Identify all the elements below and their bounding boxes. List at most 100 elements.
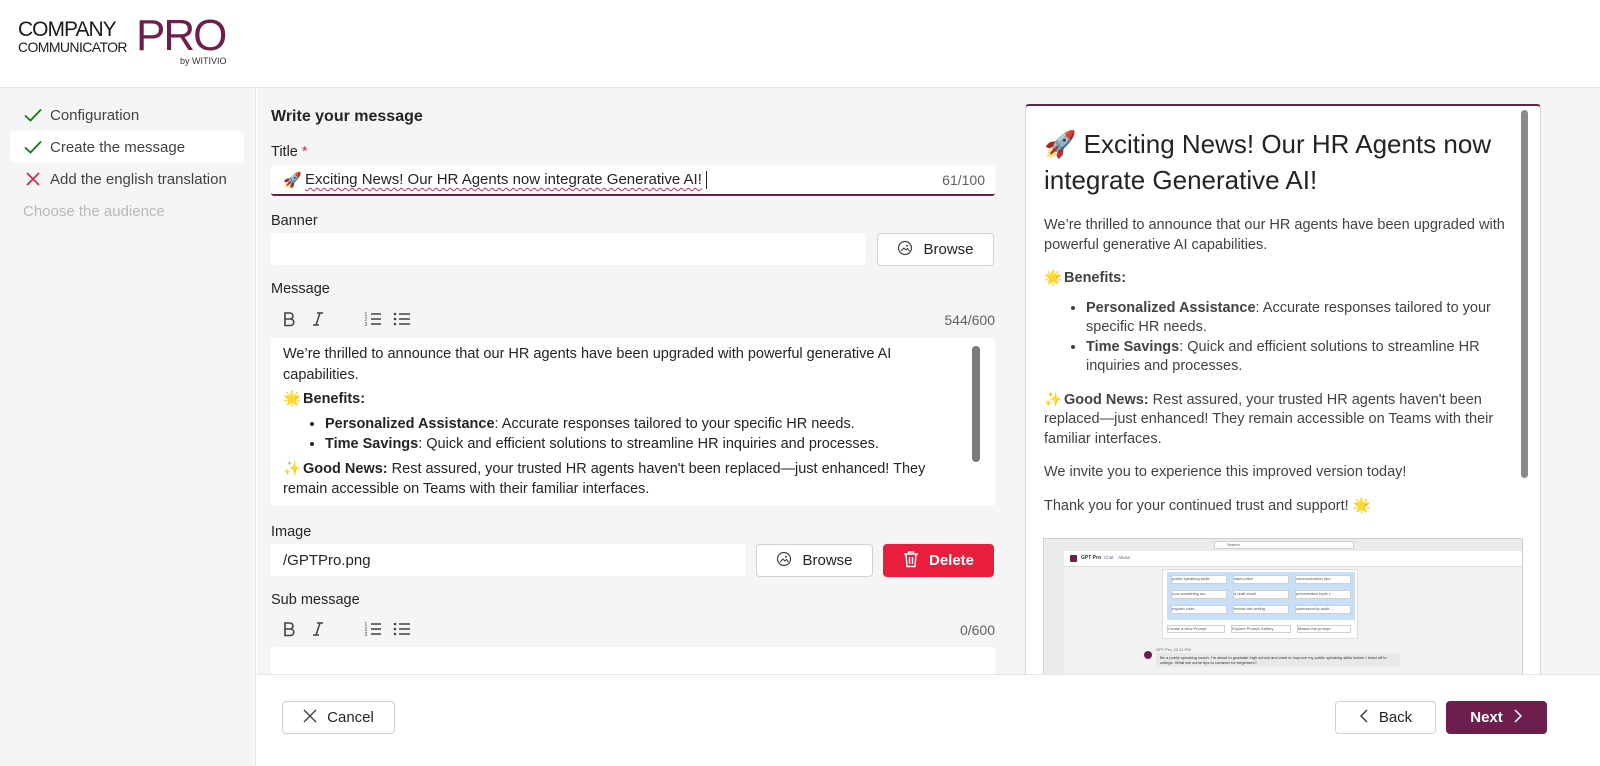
shot-chip-grid: public speaking skills sales pitch commu…: [1167, 572, 1355, 620]
text-caret: [705, 170, 708, 189]
shot-chip: how something wo...: [1171, 590, 1227, 599]
wizard-steps-nav: Configuration Create the message Add the…: [0, 88, 256, 766]
app-header: COMPANY COMMUNICATOR PRO by WITIVIO: [0, 0, 1600, 88]
step-english-translation[interactable]: Add the english translation: [10, 163, 244, 195]
svg-text:3: 3: [365, 632, 368, 637]
numbered-list-icon[interactable]: 123: [361, 307, 385, 331]
image-icon: [897, 240, 913, 260]
shot-chip: sales pitch: [1233, 575, 1289, 584]
shot-chip: cybersecurity audit ...: [1295, 605, 1351, 614]
shot-app-header: GPT Pro Chat About: [1064, 551, 1522, 567]
title-input[interactable]: 🚀 Exciting News! Our HR Agents now integ…: [271, 165, 995, 196]
message-toolbar: 123: [277, 307, 419, 331]
submessage-editor[interactable]: [271, 647, 995, 674]
logo-line1: COMPANY: [18, 18, 117, 41]
next-label: Next: [1470, 709, 1503, 726]
step-label: Create the message: [50, 138, 186, 156]
banner-input[interactable]: [271, 233, 866, 265]
form-heading: Write your message: [271, 108, 423, 125]
company-communicator-pro-logo: COMPANY COMMUNICATOR PRO by WITIVIO: [18, 11, 238, 72]
bullet-list-icon[interactable]: [390, 307, 414, 331]
shot-chip: public speaking skills: [1171, 575, 1227, 584]
submessage-counter: 0/600: [959, 622, 995, 638]
step-label: Add the english translation: [50, 170, 227, 188]
list-item: Personalized Assistance: Accurate respon…: [1086, 299, 1524, 338]
wizard-footer: Cancel Back Next: [257, 674, 1600, 766]
image-delete-button[interactable]: Delete: [883, 544, 994, 577]
required-asterisk: *: [301, 144, 308, 160]
trash-icon: [903, 550, 919, 572]
logo-pro: PRO: [136, 11, 227, 60]
chevron-left-icon: [1359, 708, 1369, 727]
image-browse-button[interactable]: Browse: [756, 544, 873, 577]
main-content: Write your message Title * 🚀 Exciting Ne…: [257, 88, 1600, 674]
shot-app-name: GPT Pro: [1081, 555, 1102, 561]
shot-sender: GPT Pro, 12:11 PM: [1156, 647, 1191, 652]
image-path-input[interactable]: /GPTPro.png: [271, 544, 745, 576]
preview-good-news: ✨ Good News: Rest assured, your trusted …: [1044, 391, 1494, 447]
shot-link: Master the prompt: [1297, 625, 1351, 633]
chevron-right-icon: [1513, 708, 1523, 727]
gpt-pro-app-icon: [1070, 555, 1077, 562]
step-choose-audience: Choose the audience: [10, 195, 244, 227]
shot-search: Search: [1214, 541, 1354, 549]
preview-benefits-heading: 🌟 Benefits:: [1044, 270, 1127, 286]
preview-scrollbar[interactable]: [1521, 110, 1528, 478]
browse-label: Browse: [923, 241, 974, 258]
bold-icon[interactable]: [277, 617, 301, 641]
back-button[interactable]: Back: [1335, 701, 1436, 734]
preview-title: 🚀 Exciting News! Our HR Agents now integ…: [1044, 129, 1492, 195]
message-editor[interactable]: We’re thrilled to announce that our HR a…: [271, 338, 995, 506]
bullet-list-icon[interactable]: [390, 617, 414, 641]
banner-browse-button[interactable]: Browse: [877, 233, 994, 266]
italic-icon[interactable]: [306, 307, 330, 331]
preview-image: Search GPT Pro Chat About public speakin…: [1043, 538, 1523, 674]
preview-body: We’re thrilled to announce that our HR a…: [1044, 216, 1524, 530]
delete-label: Delete: [928, 552, 975, 569]
bold-icon[interactable]: [277, 307, 301, 331]
step-label: Configuration: [50, 106, 140, 124]
submessage-label: Sub message: [271, 592, 360, 608]
step-configuration[interactable]: Configuration: [10, 99, 244, 131]
message-label: Message: [271, 281, 330, 297]
svg-text:3: 3: [365, 322, 368, 327]
logo-line2: COMMUNICATOR: [18, 39, 128, 55]
cancel-button[interactable]: Cancel: [282, 701, 395, 734]
close-icon: [303, 709, 317, 727]
title-counter: 61/100: [942, 172, 985, 188]
title-value: Exciting News! Our HR Agents now integra…: [305, 171, 702, 188]
preview-invite: We invite you to experience this improve…: [1044, 464, 1407, 480]
editor-scrollbar[interactable]: [972, 346, 980, 462]
shot-link: Explore Prompt Gallery: [1231, 625, 1291, 633]
logo-by: by WITIVIO: [180, 56, 227, 66]
rocket-emoji: 🚀: [283, 171, 302, 189]
message-preview-card: 🚀 Exciting News! Our HR Agents now integ…: [1025, 104, 1541, 674]
check-icon: [22, 104, 44, 126]
step-create-message[interactable]: Create the message: [10, 131, 244, 163]
shot-chip: review the writing: [1233, 605, 1289, 614]
preview-thanks: Thank you for your continued trust and s…: [1044, 497, 1371, 514]
preview-intro: We’re thrilled to announce that our HR a…: [1044, 217, 1505, 253]
image-label: Image: [271, 524, 312, 540]
message-benefits-list: Personalized Assistance: Accurate respon…: [325, 414, 965, 455]
numbered-list-icon[interactable]: 123: [361, 617, 385, 641]
step-label: Choose the audience: [23, 202, 165, 220]
x-icon: [22, 168, 44, 190]
submessage-toolbar: 123: [277, 617, 419, 641]
list-item: Personalized Assistance: Accurate respon…: [325, 414, 965, 435]
shot-link: Create a New Prompt: [1167, 625, 1225, 633]
image-icon: [776, 551, 792, 571]
message-intro: We’re thrilled to announce that our HR a…: [283, 346, 892, 383]
cancel-label: Cancel: [327, 709, 374, 726]
shot-chip: presentation topic i...: [1295, 590, 1351, 599]
next-button[interactable]: Next: [1446, 701, 1547, 734]
shot-message: Be a public speaking coach. I'm about to…: [1156, 653, 1400, 667]
title-label: Title *: [271, 144, 308, 160]
shot-titlebar: Search: [1044, 539, 1522, 551]
shot-tab-chat: Chat: [1104, 555, 1114, 560]
shot-tab-about: About: [1118, 555, 1130, 560]
list-item: Time Savings: Quick and efficient soluti…: [325, 434, 965, 455]
preview-benefits-list: Personalized Assistance: Accurate respon…: [1086, 299, 1524, 377]
browse-label: Browse: [802, 552, 853, 569]
italic-icon[interactable]: [306, 617, 330, 641]
